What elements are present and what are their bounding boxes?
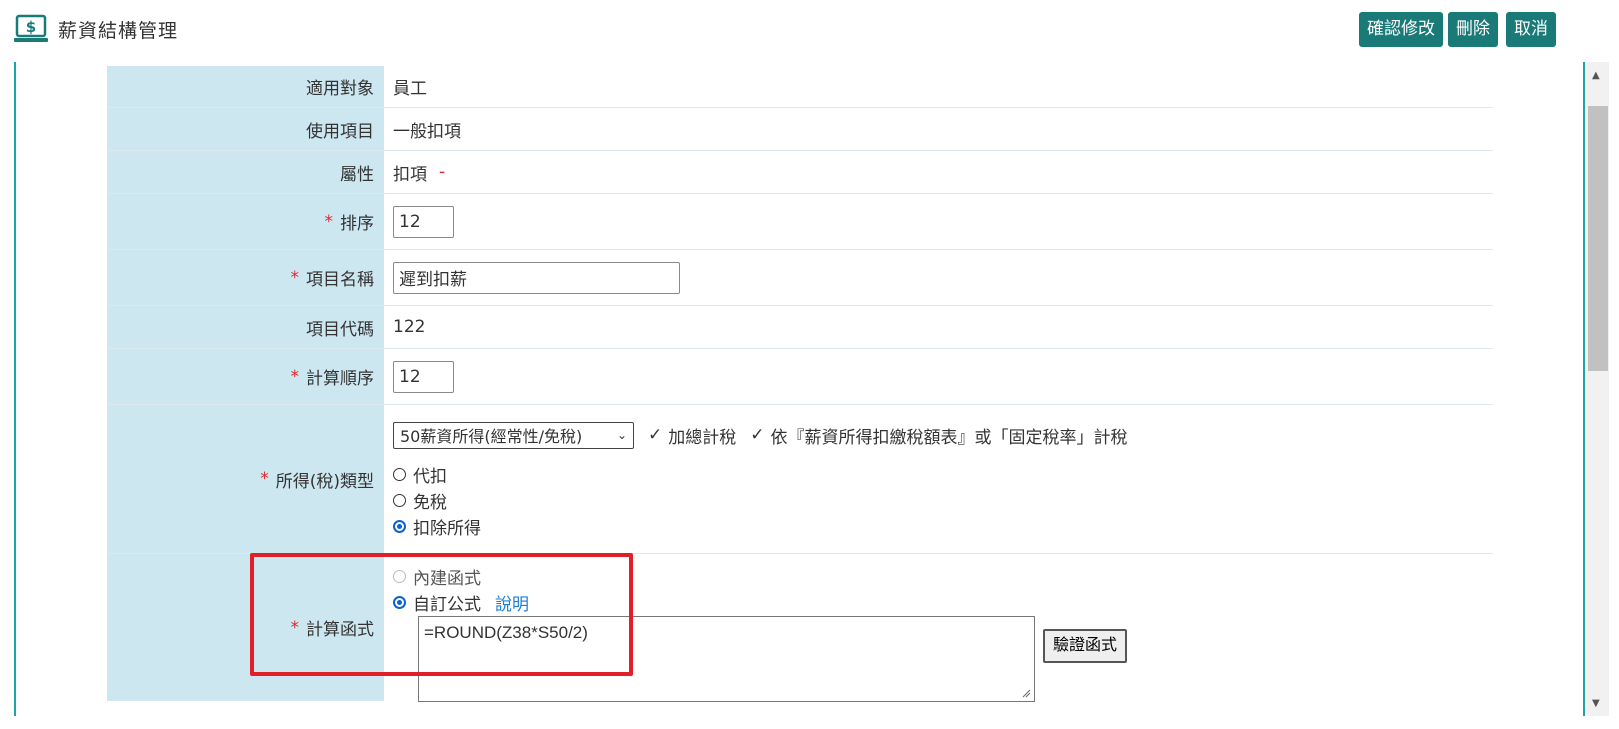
item-code-label: 項目代碼 [306,319,374,340]
scrollbar-thumb[interactable] [1588,106,1608,371]
item-code-value: 122 [393,317,426,337]
required-mark: * [290,267,300,288]
radio-deduct-income[interactable]: 扣除所得 [393,513,481,539]
formula-text: =ROUND(Z38*S50/2) [424,623,588,642]
verify-formula-button[interactable]: 驗證函式 [1043,629,1128,663]
radio-builtin-func: 內建函式 [393,563,481,589]
income-type-label: 所得(稅)類型 [275,471,374,492]
formula-textarea[interactable]: =ROUND(Z38*S50/2) [418,616,1035,702]
calc-order-label: 計算順序 [306,369,374,389]
income-type-select[interactable]: 50薪資所得(經常性/免稅) ⌄ [393,421,634,449]
radio-label: 自訂公式 [413,594,481,615]
usage-label: 使用項目 [306,121,374,142]
attribute-value: 扣項 [393,164,427,185]
payroll-money-icon: $ [14,14,48,42]
radio-button-selected[interactable] [393,595,406,609]
radio-label: 扣除所得 [413,518,481,539]
panel-border-right [1583,62,1585,716]
tax-table-text: 依『薪資所得扣繳稅額表』或「固定稅率」計稅 [770,427,1128,448]
row-usage: 使用項目 一般扣項 [107,108,1493,151]
target-label: 適用對象 [306,79,374,99]
required-mark: * [290,366,300,387]
scroll-up-icon[interactable]: ▲ [1592,70,1600,81]
svg-text:$: $ [26,18,36,36]
panel-border-left [14,62,16,716]
item-name-input[interactable] [393,261,680,294]
resize-handle-icon[interactable] [1021,688,1031,698]
row-income-type: * 所得(稅)類型 50薪資所得(經常性/免稅) ⌄ ✓ 加總計稅 ✓ 依『薪資… [107,405,1493,554]
row-item-code: 項目代碼 122 [107,306,1493,349]
chevron-down-icon: ⌄ [616,428,627,442]
row-attribute: 屬性 扣項 - [107,151,1493,194]
confirm-edit-button[interactable]: 確認修改 [1359,12,1443,47]
required-mark: * [324,211,334,232]
attribute-label: 屬性 [340,164,374,185]
row-calc-func: * 計算函式 內建函式 自訂公式 說明 =ROUND(Z38*S50/2) 驗證… [107,554,1493,702]
calc-func-label: 計算函式 [306,620,374,640]
scroll-down-icon[interactable]: ▼ [1592,698,1600,709]
help-link[interactable]: 說明 [495,590,529,615]
radio-tax-free[interactable]: 免稅 [393,487,447,513]
radio-button-selected[interactable] [393,519,406,533]
attribute-sign: - [439,162,446,182]
sum-tax-text: 加總計稅 [668,427,737,448]
sort-label: 排序 [340,214,374,234]
radio-label: 代扣 [413,466,447,487]
radio-label: 免稅 [413,492,447,513]
row-item-name: * 項目名稱 [107,250,1493,306]
radio-custom-formula[interactable]: 自訂公式 說明 [393,589,529,615]
page-title: 薪資結構管理 [58,20,179,42]
usage-value: 一般扣項 [393,121,461,142]
radio-button-disabled [393,569,406,583]
item-name-label: 項目名稱 [306,270,374,290]
salary-item-form: 適用對象 員工 使用項目 一般扣項 屬性 扣項 - * 排序 * 項目名稱 項目… [107,66,1493,702]
checkmark-icon: ✓ [648,425,663,445]
radio-button[interactable] [393,493,406,507]
radio-button[interactable] [393,467,406,481]
calc-order-input[interactable] [393,360,454,393]
top-bar: $ 薪資結構管理 確認修改 刪除 取消 [0,0,1619,58]
radio-label: 內建函式 [413,568,481,589]
required-mark: * [260,469,269,489]
row-calc-order: * 計算順序 [107,349,1493,405]
cancel-button[interactable]: 取消 [1506,12,1556,47]
checkmark-icon: ✓ [750,425,765,445]
sort-input[interactable] [393,205,454,238]
radio-withhold[interactable]: 代扣 [393,461,447,487]
income-type-select-value: 50薪資所得(經常性/免稅) [400,427,583,446]
required-mark: * [290,617,300,638]
delete-button[interactable]: 刪除 [1448,12,1498,47]
target-value: 員工 [393,79,427,99]
row-sort: * 排序 [107,194,1493,250]
row-target: 適用對象 員工 [107,66,1493,108]
